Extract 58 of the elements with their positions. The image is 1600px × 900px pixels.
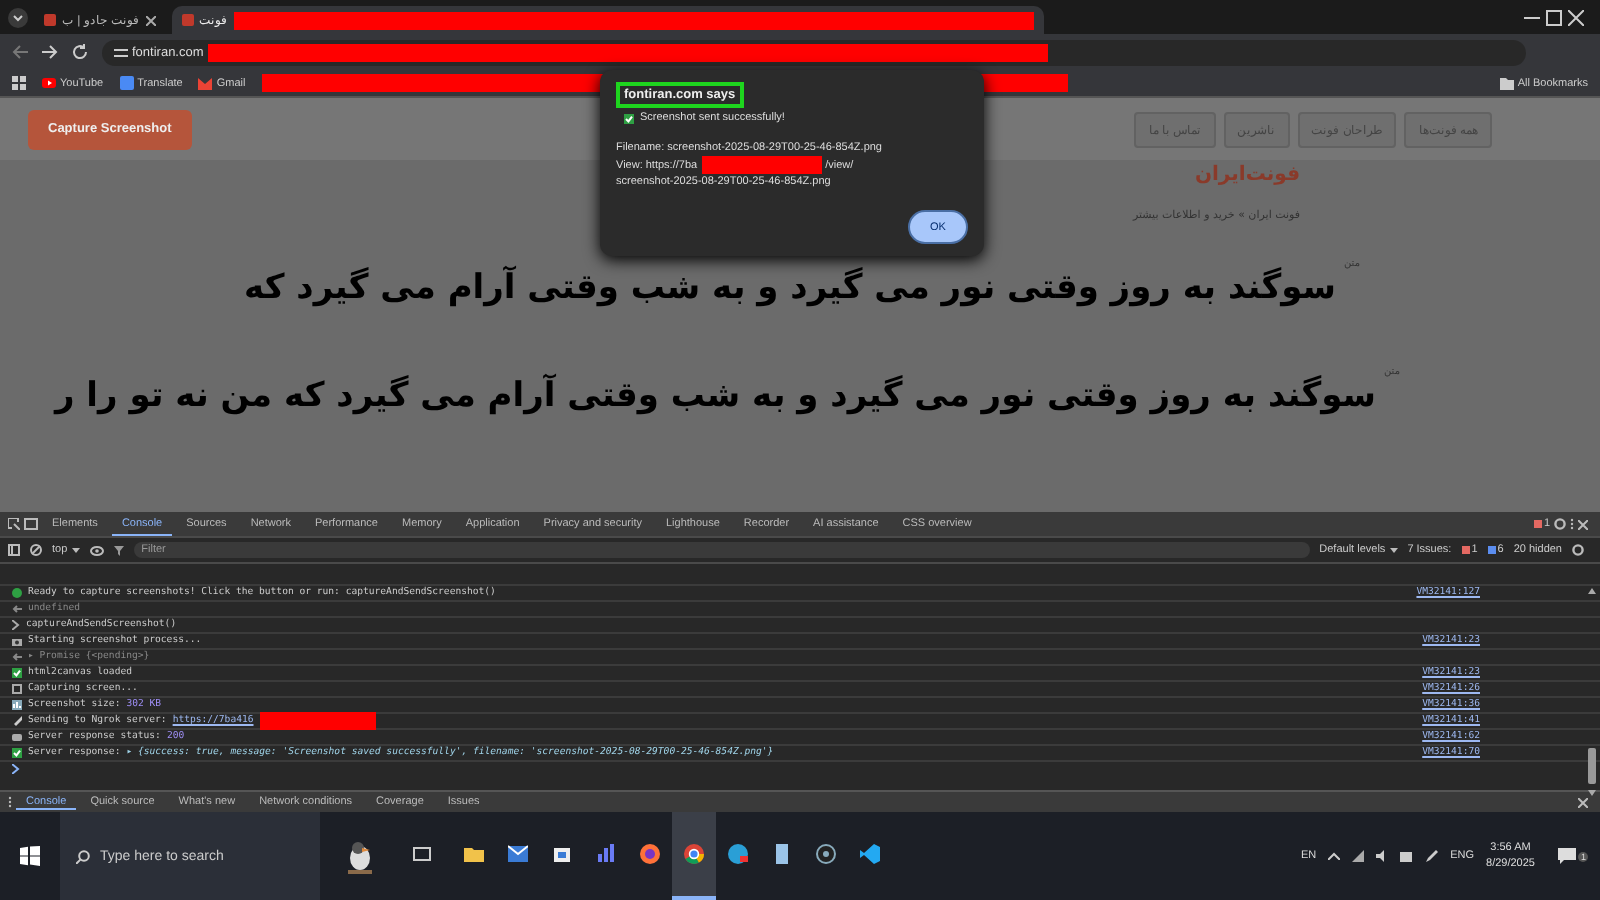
caret-icon — [71, 547, 80, 553]
clear-console-icon[interactable] — [30, 544, 42, 556]
return-arrow-icon — [12, 652, 22, 662]
chevron-up-icon[interactable] — [1328, 852, 1341, 860]
back-icon[interactable] — [12, 44, 28, 60]
bird-icon — [344, 838, 376, 874]
pen-icon[interactable] — [1426, 850, 1439, 862]
store-icon — [552, 844, 572, 864]
message-icon — [1558, 848, 1577, 864]
settings-icon[interactable] — [1572, 544, 1584, 556]
volume-icon[interactable] — [1376, 850, 1389, 862]
error-icon — [1461, 546, 1470, 554]
mail-app-icon — [508, 844, 528, 864]
task-view-icon — [412, 844, 432, 864]
close-icon[interactable] — [145, 15, 156, 25]
play-icon — [42, 76, 56, 90]
prompt-icon[interactable] — [12, 764, 20, 774]
close-icon[interactable] — [1578, 797, 1588, 807]
translate-icon — [119, 76, 134, 90]
sidebar-icon[interactable] — [8, 544, 20, 556]
check-icon — [624, 113, 634, 123]
info-icon — [1487, 546, 1496, 554]
reload-icon[interactable] — [72, 44, 88, 60]
inspect-icon[interactable] — [8, 518, 20, 530]
apps-grid-icon[interactable] — [12, 76, 26, 90]
network-icon[interactable] — [1352, 850, 1365, 862]
filter-icon — [113, 545, 124, 555]
caret-icon — [1389, 547, 1398, 553]
site-info-icon — [114, 45, 128, 59]
device-icon[interactable] — [24, 518, 38, 530]
settings-icon[interactable] — [1554, 518, 1566, 530]
status-dot-icon — [12, 588, 22, 598]
bar-chart-icon — [596, 844, 616, 864]
folder-icon — [464, 844, 484, 864]
redaction-bar — [701, 156, 822, 174]
favicon-icon — [44, 14, 56, 26]
frame-icon — [12, 684, 22, 694]
code-editor-icon — [860, 844, 880, 864]
error-icon — [1533, 520, 1542, 528]
check-icon — [12, 748, 22, 758]
favicon-icon — [181, 14, 194, 26]
forward-icon[interactable] — [42, 44, 58, 60]
prompt-icon — [12, 620, 20, 630]
search-icon — [76, 849, 90, 863]
windows-logo-icon[interactable] — [20, 846, 40, 866]
chart-icon — [12, 700, 22, 710]
check-icon — [12, 668, 22, 678]
tab-search-icon[interactable] — [8, 7, 28, 27]
envelope-icon — [198, 76, 213, 90]
return-arrow-icon — [12, 604, 22, 614]
maximize-icon[interactable] — [1546, 9, 1562, 25]
redaction-bar — [259, 712, 376, 730]
close-icon[interactable] — [1578, 519, 1588, 529]
close-icon[interactable] — [1568, 9, 1584, 25]
font-sample-text: سوگند به روز وقتی نور می گیرد و به شب وقتی آرام می گیرد که من نه تو را ر — [54, 376, 1376, 416]
eye-icon[interactable] — [89, 545, 104, 555]
folder-icon — [1499, 77, 1514, 89]
font-sample-text: سوگند به روز وقتی نور می گیرد و به شب وقتی آرام می گیرد که — [244, 268, 1336, 308]
